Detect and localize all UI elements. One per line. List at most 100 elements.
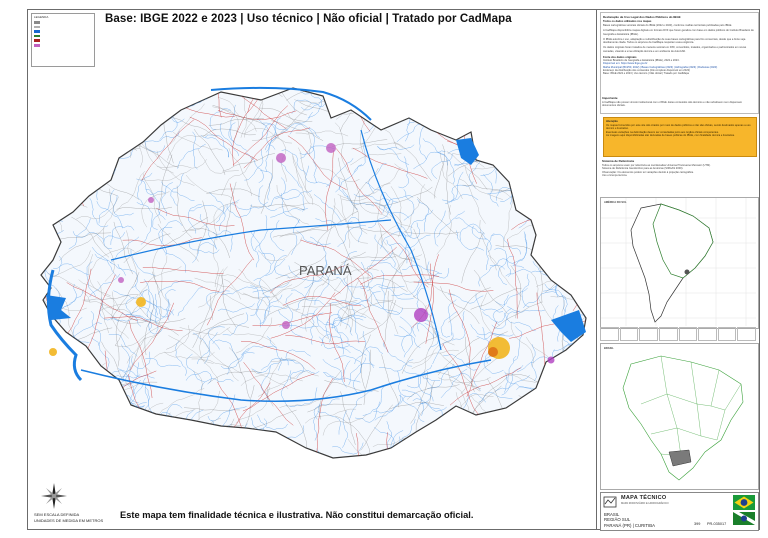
sec1-title: Declaração de Uso Legal dos Dados Públic… [603,15,681,19]
roads2-segment [31,198,34,244]
munis-segment [46,365,86,401]
munis-segment [67,421,108,453]
rivers-segment [557,107,586,124]
roads2-segment [72,443,127,457]
roads2-segment [529,395,560,444]
parana-flag-icon [733,512,755,525]
rivers-segment [180,70,214,76]
roads2-segment [530,131,566,176]
reference-system-box: Sistema de Referência Todos os arquivos … [600,158,757,194]
rivers-segment [583,375,586,409]
roads2-segment [433,433,483,458]
roads-segment [287,70,299,87]
rivers-segment [92,112,110,136]
munis-segment [118,448,137,458]
rivers-segment [566,129,586,142]
rivers-segment [548,424,583,434]
rivers-segment [163,447,199,458]
rivers-segment [508,130,535,147]
munis-segment [484,110,497,161]
rivers-segment [563,70,581,84]
rivers-segment [43,106,66,139]
roads2-segment [124,412,171,443]
title-block: MAPA TÉCNICO MAPA RODOVIÁRIO E HIDROGRÁF… [600,492,759,531]
munis-segment [565,88,582,137]
munis-segment [549,416,586,450]
map-title: Base: IBGE 2022 e 2023 | Uso técnico | N… [105,13,512,25]
roads-segment [63,370,121,426]
rivers-segment [227,88,251,89]
roads2-segment [523,422,570,450]
rivers-segment [76,145,90,179]
roads2-segment [456,411,469,458]
roads2-segment [547,194,586,225]
munis-segment [518,395,571,404]
munis-segment [551,100,567,147]
rivers-segment [393,70,401,80]
munis-segment [31,246,36,284]
munis-segment [526,101,578,112]
rivers-segment [210,453,243,458]
rivers-segment [166,456,189,458]
roads2-segment [325,88,374,94]
rivers-segment [538,121,565,140]
parana-map: PARANÁ [31,70,591,459]
rivers-segment [363,88,397,102]
munis-segment [178,70,228,81]
munis-segment [118,95,151,137]
munis-segment [41,194,59,227]
rivers-segment [448,114,473,131]
rivers-segment [105,138,117,174]
munis-segment [469,413,482,458]
rivers-segment [41,89,45,123]
munis-segment [31,359,35,381]
index-box [737,327,756,341]
londrina-urban [326,143,336,153]
munis-segment [468,456,489,458]
rivers-segment [498,132,530,151]
index-box [619,327,639,341]
map-code: PR-035017 [707,522,727,526]
location-state: PARANÁ (PR) | CURITIBA [604,522,655,528]
rivers-segment [475,88,492,109]
roads-segment [41,122,93,134]
roads2-segment [361,70,382,82]
rivers-segment [41,88,66,93]
munis-segment [524,172,568,204]
munis-segment [548,88,586,120]
munis-segment [360,70,380,72]
munis-segment [553,156,575,205]
sec1-line: O IBGE autoriza o uso, adaptação e redis… [603,37,746,45]
rivers-segment [150,422,157,458]
munis-segment [31,206,33,227]
munis-segment [547,149,575,192]
munis-segment [74,88,128,91]
rivers-segment [305,70,341,79]
roads2-segment [580,413,586,452]
roads2-segment [463,439,479,458]
rivers-segment [503,88,535,103]
munis-segment [343,88,387,101]
rivers-segment [95,142,104,178]
roads2-segment [538,439,586,458]
rivers-segment [31,131,35,150]
legend-item [32,43,94,48]
index-box [678,327,698,341]
rivers-segment [494,88,509,124]
rivers-segment [41,99,63,121]
munis-segment [43,88,70,131]
munis-segment [362,70,393,78]
munis-segment [554,129,568,180]
rivers-segment [104,377,117,412]
legend-swatch [34,30,40,33]
roads-segment [41,332,44,408]
munis-segment [471,101,519,124]
munis-segment [227,432,278,451]
cadmapa-logo-icon [603,496,617,508]
sec1-line: A CadMapa disponibiliza mapas digitais e… [603,29,754,36]
rivers-segment [52,90,74,113]
munis-segment [587,152,591,196]
munis-segment [49,143,99,158]
roads2-segment [572,221,586,276]
rivers-segment [581,394,586,424]
